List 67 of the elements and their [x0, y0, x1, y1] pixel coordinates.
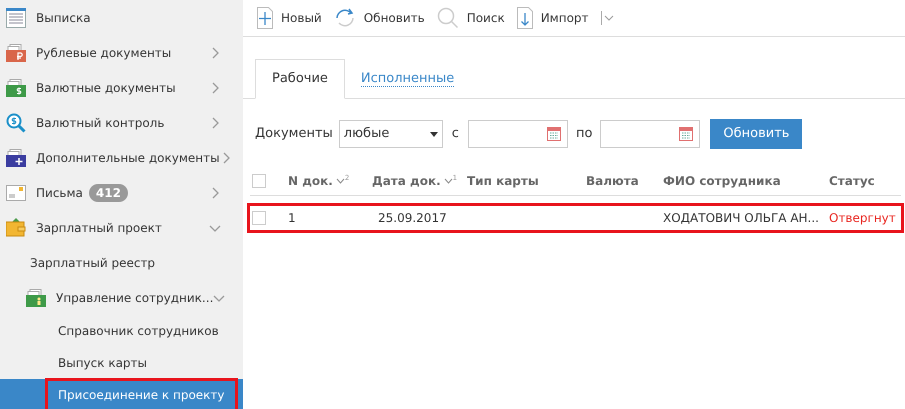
column-header[interactable]: Статус: [829, 172, 901, 190]
envelope-icon: [6, 184, 26, 200]
toolbar-button[interactable]: Поиск: [436, 7, 505, 29]
refresh-icon: [334, 7, 356, 29]
column-header[interactable]: Тип карты: [467, 172, 586, 190]
sort-chevron-icon: [444, 178, 453, 184]
sidebar-item-label: Выписка: [36, 10, 91, 26]
sidebar-item[interactable]: Управление сотрудник...: [0, 280, 243, 315]
sidebar-item[interactable]: Выпуск карты: [0, 347, 243, 379]
sidebar-item[interactable]: Письма 412: [0, 175, 243, 210]
sidebar-item-label: Зарплатный проект: [36, 220, 162, 236]
toolbar-button[interactable]: Новый: [257, 7, 322, 29]
select-all-checkbox[interactable]: [252, 174, 266, 188]
table-cell: Отвергнут: [829, 211, 896, 225]
sidebar-item-label: Рублевые документы: [36, 44, 172, 62]
documents-dropdown[interactable]: любые: [338, 120, 443, 148]
tab[interactable]: Исполненные: [344, 59, 470, 99]
person-folder-icon: [26, 288, 46, 306]
date-to-field[interactable]: [600, 120, 700, 148]
search-icon: [436, 7, 459, 29]
toolbar-button[interactable]: Импорт: [516, 7, 589, 29]
sidebar-item[interactable]: Валютный контроль: [0, 105, 243, 140]
ruble-folder-icon: [6, 44, 26, 62]
import-document-icon: [516, 7, 533, 29]
calendar-icon[interactable]: [679, 127, 694, 141]
tab[interactable]: Рабочие: [255, 59, 345, 99]
to-label: по: [574, 125, 594, 144]
sidebar-item[interactable]: Справочник сотрудников: [0, 315, 243, 347]
table-cell: 1: [288, 211, 296, 225]
document-list-icon: [6, 8, 26, 28]
wallet-icon: [6, 218, 26, 238]
sidebar-item-label: Выпуск карты: [58, 355, 147, 372]
count-badge: 412: [88, 184, 128, 202]
dropdown-arrow-icon: [430, 132, 438, 136]
sidebar-item-label: Валютный контроль: [36, 114, 164, 132]
sidebar-item-label: Справочник сотрудников: [58, 323, 219, 340]
table-cell: ХОДАТОВИЧ ОЛЬГА АН...: [663, 211, 819, 225]
sidebar-item[interactable]: Зарплатный проект: [0, 210, 243, 245]
sidebar-item-label: Присоединение к проекту: [48, 381, 235, 409]
sidebar-item-label: Валютные документы: [36, 80, 176, 96]
calendar-icon[interactable]: [546, 127, 561, 141]
sidebar-item-label: Зарплатный реестр: [30, 254, 156, 272]
dropdown-caret-icon[interactable]: [604, 14, 614, 22]
sidebar-item[interactable]: Выписка: [0, 0, 243, 35]
table-cell: 25.09.2017: [378, 211, 447, 225]
sidebar-item[interactable]: Дополнительные документы: [0, 140, 243, 175]
sidebar-item-label: Письма: [36, 184, 83, 202]
new-document-icon: [257, 7, 273, 29]
refresh-button[interactable]: Обновить: [710, 119, 802, 149]
column-header[interactable]: Валюта: [586, 172, 663, 190]
sidebar-item-label: Дополнительные документы: [36, 150, 220, 166]
sidebar-item[interactable]: Рублевые документы: [0, 35, 243, 70]
dollar-folder-icon: [6, 78, 26, 96]
plus-folder-icon: [6, 148, 26, 166]
sidebar-item[interactable]: Зарплатный реестр: [0, 245, 243, 280]
sidebar-item[interactable]: Присоединение к проекту: [0, 379, 243, 409]
from-label: с: [450, 125, 460, 144]
date-from-field[interactable]: [468, 120, 568, 148]
search-dollar-icon: [6, 112, 26, 132]
sidebar-item[interactable]: Валютные документы: [0, 70, 243, 105]
row-checkbox[interactable]: [252, 211, 266, 225]
table-row[interactable]: 1 25.09.2017 ХОДАТОВИЧ ОЛЬГА АН... Отвергнут: [250, 206, 901, 230]
sidebar-item-label: Управление сотрудник...: [56, 290, 214, 306]
column-header[interactable]: ФИО сотрудника: [663, 172, 829, 190]
sort-chevron-icon: [336, 178, 345, 184]
toolbar-button[interactable]: Обновить: [334, 7, 425, 29]
documents-label: Документы: [255, 125, 333, 144]
